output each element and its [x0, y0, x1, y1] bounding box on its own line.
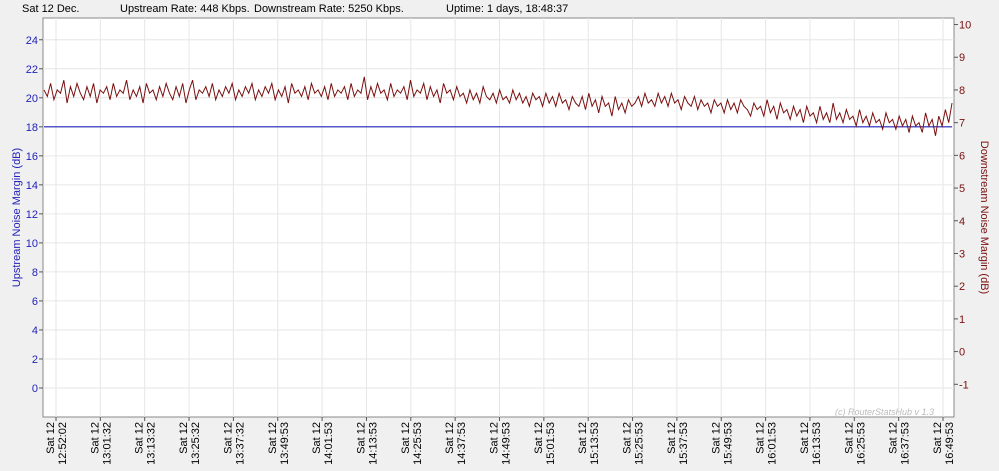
right-tick-label: 9	[959, 52, 965, 64]
left-tick-label: 2	[32, 354, 38, 366]
x-tick-day-label: Sat 12	[577, 422, 589, 454]
left-axis-title: Upstream Noise Margin (dB)	[11, 148, 23, 287]
x-tick-time-label: 14:37:53	[456, 422, 468, 465]
x-tick-day-label: Sat 12	[89, 422, 101, 454]
x-tick-time-label: 15:25:53	[634, 422, 646, 465]
x-tick-time-label: 16:01:53	[767, 422, 779, 465]
x-tick-time-label: 15:13:53	[589, 422, 601, 465]
left-tick-label: 8	[32, 267, 38, 279]
x-tick-time-label: 14:01:53	[323, 422, 335, 465]
left-tick-label: 20	[26, 93, 38, 105]
x-tick-day-label: Sat 12	[444, 422, 456, 454]
left-axis-ticks: 024681012141618202224	[26, 35, 43, 395]
left-tick-label: 22	[26, 64, 38, 76]
right-tick-label: 10	[959, 20, 971, 32]
x-tick-day-label: Sat 12	[311, 422, 323, 454]
right-tick-label: 3	[959, 248, 965, 260]
right-tick-label: -1	[959, 379, 969, 391]
left-tick-label: 10	[26, 238, 38, 250]
x-tick-day-label: Sat 12	[134, 422, 146, 454]
left-tick-label: 16	[26, 151, 38, 163]
left-tick-label: 12	[26, 209, 38, 221]
x-tick-time-label: 16:25:53	[855, 422, 867, 465]
right-tick-label: 8	[959, 85, 965, 97]
right-tick-label: 1	[959, 314, 965, 326]
x-tick-time-label: 16:49:53	[944, 422, 956, 465]
left-tick-label: 24	[26, 35, 38, 47]
x-tick-time-label: 14:25:53	[412, 422, 424, 465]
right-tick-label: 5	[959, 183, 965, 195]
x-tick-day-label: Sat 12	[755, 422, 767, 454]
x-tick-time-label: 16:13:53	[811, 422, 823, 465]
right-tick-label: 0	[959, 347, 965, 359]
x-tick-time-label: 13:25:32	[190, 422, 202, 465]
x-tick-day-label: Sat 12	[710, 422, 722, 454]
x-tick-time-label: 14:49:53	[501, 422, 513, 465]
x-tick-time-label: 14:13:53	[367, 422, 379, 465]
left-tick-label: 6	[32, 296, 38, 308]
x-tick-time-label: 13:37:32	[234, 422, 246, 465]
x-tick-day-label: Sat 12	[222, 422, 234, 454]
plot-area	[42, 17, 955, 418]
x-tick-time-label: 15:37:53	[678, 422, 690, 465]
x-tick-time-label: 16:37:53	[900, 422, 912, 465]
x-tick-time-label: 12:52:02	[57, 422, 69, 465]
x-tick-day-label: Sat 12	[533, 422, 545, 454]
right-tick-label: 2	[959, 281, 965, 293]
left-tick-label: 14	[26, 180, 38, 192]
x-tick-day-label: Sat 12	[45, 422, 57, 454]
x-tick-day-label: Sat 12	[267, 422, 279, 454]
right-tick-label: 6	[959, 150, 965, 162]
x-tick-day-label: Sat 12	[799, 422, 811, 454]
left-tick-label: 18	[26, 122, 38, 134]
right-axis-title: Downstream Noise Margin (dB)	[978, 141, 990, 294]
right-tick-label: 7	[959, 118, 965, 130]
x-tick-time-label: 13:01:32	[101, 422, 113, 465]
x-tick-day-label: Sat 12	[400, 422, 412, 454]
x-tick-day-label: Sat 12	[489, 422, 501, 454]
x-tick-day-label: Sat 12	[666, 422, 678, 454]
x-tick-day-label: Sat 12	[355, 422, 367, 454]
x-tick-day-label: Sat 12	[932, 422, 944, 454]
left-tick-label: 0	[32, 383, 38, 395]
x-tick-time-label: 15:49:53	[722, 422, 734, 465]
x-tick-time-label: 15:01:53	[545, 422, 557, 465]
watermark: (c) RouterStatsHub v 1.3	[835, 407, 934, 417]
right-axis-ticks: -1 0 1 2 3 4 5 6 7 8 9 10	[954, 20, 971, 391]
left-tick-label: 4	[32, 325, 38, 337]
x-tick-day-label: Sat 12	[178, 422, 190, 454]
x-tick-day-label: Sat 12	[622, 422, 634, 454]
x-axis-ticks: Sat 12 12:52:02 Sat 12 13:01:32 Sat 12 13:13:…	[45, 417, 956, 465]
x-tick-time-label: 13:49:53	[279, 422, 291, 465]
x-tick-time-label: 13:13:32	[146, 422, 158, 465]
x-tick-day-label: Sat 12	[843, 422, 855, 454]
noise-margin-chart: 024681012141618202224 -1012345678910 Sat…	[11, 17, 990, 465]
x-tick-day-label: Sat 12	[888, 422, 900, 454]
right-tick-label: 4	[959, 216, 965, 228]
